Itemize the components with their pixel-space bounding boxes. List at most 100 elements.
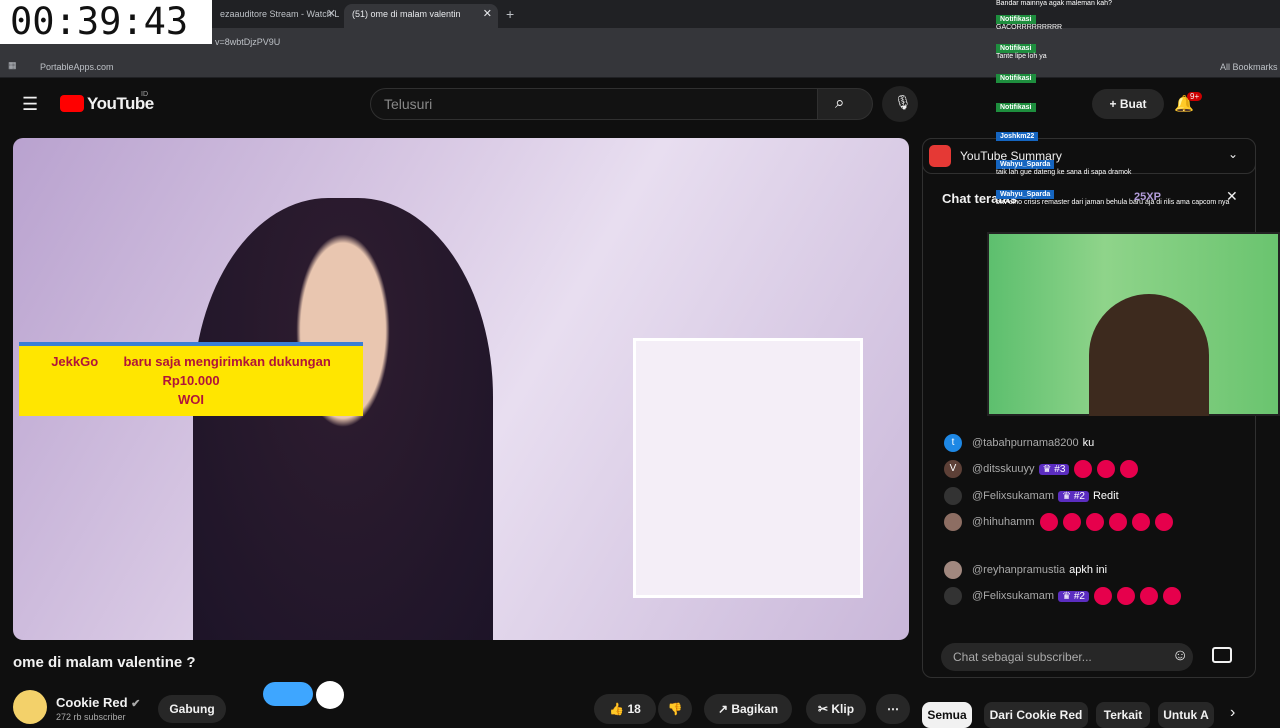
member-badge: ♛ #2 bbox=[1058, 490, 1089, 502]
emoji-icon bbox=[1154, 513, 1173, 531]
bookmark-item[interactable]: PortableApps.com bbox=[40, 62, 114, 72]
emoji-icon bbox=[1108, 513, 1127, 531]
overlay-text: Bandar mainnya agak maleman kah? bbox=[996, 0, 1112, 7]
super-chat-icon[interactable] bbox=[1212, 647, 1232, 663]
chat-avatar bbox=[944, 561, 962, 579]
mic-icon: 🎙 bbox=[894, 94, 912, 110]
badge-rank: #3 bbox=[1054, 463, 1066, 475]
subscriber-count: 272 rb subscriber bbox=[56, 712, 126, 722]
overlay-text: GACORRRRRRRRR bbox=[996, 24, 1063, 31]
like-count: 18 bbox=[627, 702, 641, 716]
chat-message[interactable]: V @ditsskuuyy ♛ #3 bbox=[944, 460, 1139, 478]
streamer-figure bbox=[193, 198, 493, 640]
thumbs-up-icon: 👍 bbox=[609, 702, 625, 716]
channel-name[interactable]: Cookie Red ✔ bbox=[56, 695, 140, 710]
chat-username: @tabahpurnama8200 bbox=[972, 436, 1079, 449]
chat-input[interactable]: Chat sebagai subscriber... bbox=[941, 643, 1193, 671]
emoji-icon bbox=[1116, 587, 1135, 605]
chat-message[interactable]: @reyhanpramustia apkh ini bbox=[944, 561, 1107, 579]
youtube-toggle-icon bbox=[316, 681, 344, 709]
chat-avatar: V bbox=[944, 460, 962, 478]
chat-avatar bbox=[944, 513, 962, 531]
chat-avatar bbox=[944, 487, 962, 505]
youtube-logo-icon[interactable] bbox=[60, 95, 84, 112]
overlay-label: Wahyu_Sparda bbox=[996, 160, 1055, 169]
member-badge: ♛ #2 bbox=[1058, 590, 1089, 602]
webcam-person bbox=[1089, 294, 1209, 416]
overlay-label: Notifikasi bbox=[996, 103, 1036, 112]
share-label: Bagikan bbox=[731, 702, 779, 716]
chevron-right-icon[interactable]: › bbox=[1230, 704, 1235, 722]
chat-message[interactable]: @Felixsukamam ♛ #2 Redit bbox=[944, 487, 1119, 505]
chat-message[interactable]: @hihuhamm bbox=[944, 513, 1173, 531]
emoji-icon bbox=[1062, 513, 1081, 531]
webcam-overlay bbox=[987, 232, 1280, 416]
chat-avatar bbox=[944, 587, 962, 605]
search-icon: ⌕ bbox=[835, 93, 845, 112]
join-button[interactable]: Gabung bbox=[158, 695, 226, 723]
chat-avatar: t bbox=[944, 434, 962, 452]
channel-avatar[interactable] bbox=[13, 690, 47, 724]
search-button[interactable]: ⌕ bbox=[817, 88, 873, 120]
shelf bbox=[633, 338, 863, 598]
emoji-icon bbox=[1074, 460, 1093, 478]
member-badge: ♛ #3 bbox=[1038, 463, 1070, 475]
video-title: ome di malam valentine ? bbox=[13, 654, 196, 671]
donor-name: JekkGo bbox=[51, 354, 99, 369]
url-field[interactable]: v=8wbtDjzPV9U bbox=[215, 37, 280, 47]
clip-label: Klip bbox=[831, 702, 855, 716]
chat-username: @hihuhamm bbox=[972, 515, 1035, 528]
overlay-label: Notifikasi bbox=[996, 74, 1036, 83]
emoji-icon bbox=[1139, 587, 1158, 605]
chat-overlay: Bandar mainnya agak maleman kah? Notifik… bbox=[993, 0, 1256, 212]
chat-username: @ditsskuuyy bbox=[972, 462, 1035, 475]
new-tab-icon[interactable]: + bbox=[506, 6, 514, 22]
chat-username: @Felixsukamam bbox=[972, 589, 1055, 602]
badge-rank: #2 bbox=[1073, 590, 1085, 602]
chat-message[interactable]: @Felixsukamam ♛ #2 bbox=[944, 587, 1181, 605]
thumbs-down-icon: 👎 bbox=[667, 702, 683, 716]
badge-rank: #2 bbox=[1073, 490, 1085, 502]
browser-tab-active[interactable]: (51) ome di malam valentin ✕ bbox=[344, 4, 498, 28]
overlay-label: Notifikasi bbox=[996, 44, 1036, 53]
overlay-text: btw dino crisis remaster dari jaman behu… bbox=[996, 199, 1230, 206]
emoji-icon bbox=[1085, 513, 1104, 531]
browser-tab[interactable]: ezaauditore Stream - Watch L ✕ bbox=[212, 4, 342, 28]
close-tab-icon[interactable]: ✕ bbox=[327, 4, 336, 24]
mic-button[interactable]: 🎙 bbox=[882, 86, 918, 122]
emoji-picker-icon[interactable]: ☺ bbox=[1172, 647, 1188, 665]
chip-all[interactable]: Semua bbox=[922, 702, 972, 728]
stream-timer: 00:39:43 bbox=[0, 0, 212, 44]
region-code: ID bbox=[141, 91, 148, 98]
donation-amount: Rp10.000 bbox=[162, 373, 220, 388]
tab-label: (51) ome di malam valentin bbox=[352, 9, 461, 19]
emoji-icon bbox=[1039, 513, 1058, 531]
emoji-icon bbox=[1097, 460, 1116, 478]
close-tab-icon[interactable]: ✕ bbox=[483, 4, 492, 24]
emoji-icon bbox=[1162, 587, 1181, 605]
overlay-text: Tante lipe loh ya bbox=[996, 53, 1047, 60]
chat-username: @Felixsukamam bbox=[972, 489, 1055, 502]
donation-alert: JekkGo baru saja mengirimkan dukungan Rp… bbox=[19, 342, 363, 416]
channel-name-text: Cookie Red bbox=[56, 695, 128, 710]
donation-message: WOI bbox=[178, 392, 204, 407]
tab-label: ezaauditore Stream - Watch L bbox=[220, 9, 340, 19]
menu-icon[interactable]: ☰ bbox=[22, 94, 38, 115]
search-input[interactable]: Telusuri bbox=[370, 88, 818, 120]
toggle-switch[interactable] bbox=[263, 682, 313, 706]
chip-for-you[interactable]: Untuk A bbox=[1158, 702, 1214, 728]
apps-icon[interactable]: ▦ bbox=[8, 60, 17, 71]
chip-related[interactable]: Terkait bbox=[1096, 702, 1150, 728]
donation-text: baru saja mengirimkan dukungan bbox=[123, 354, 331, 369]
summary-logo-icon bbox=[929, 145, 951, 167]
overlay-text: taik lah gue dateng ke sana di sapa dram… bbox=[996, 169, 1132, 176]
emoji-icon bbox=[1131, 513, 1150, 531]
emoji-icon bbox=[1093, 587, 1112, 605]
chat-text: apkh ini bbox=[1069, 563, 1108, 576]
overlay-label: Notifikasi bbox=[996, 15, 1036, 24]
overlay-label: Wahyu_Sparda bbox=[996, 190, 1055, 199]
chat-text: Redit bbox=[1092, 489, 1119, 502]
chip-from-channel[interactable]: Dari Cookie Red bbox=[984, 702, 1088, 728]
chat-message[interactable]: t @tabahpurnama8200 ku bbox=[944, 434, 1094, 452]
chat-text: ku bbox=[1082, 436, 1095, 449]
